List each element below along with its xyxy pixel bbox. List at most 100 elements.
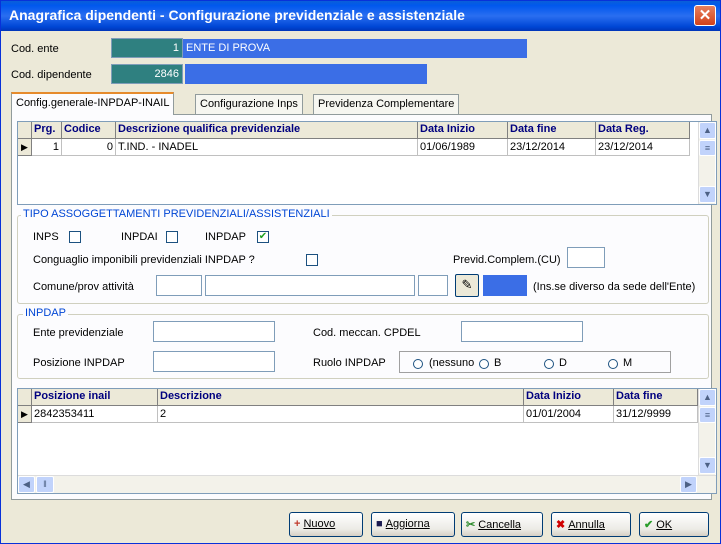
aggiorna-button[interactable]: ■ Aggiorna bbox=[371, 512, 455, 537]
ruolo-label-b: B bbox=[494, 357, 502, 369]
ruolo-radio-d[interactable] bbox=[544, 359, 554, 369]
comune-label: Comune/prov attività bbox=[33, 281, 134, 293]
dipendente-name-field bbox=[185, 64, 427, 84]
ok-button[interactable]: ✔ OK bbox=[639, 512, 709, 537]
picker-icon: ✎ bbox=[461, 277, 473, 292]
ente-previdenziale-label: Ente previdenziale bbox=[33, 327, 124, 339]
row-indicator[interactable]: ▶ bbox=[18, 139, 32, 156]
scroll-left-icon[interactable]: ◀ bbox=[18, 476, 35, 493]
col-header-descrizione[interactable]: Descrizione bbox=[158, 389, 524, 406]
inail-grid[interactable]: Posizione inail Descrizione Data Inizio … bbox=[17, 388, 717, 494]
table-cell[interactable]: T.IND. - INADEL bbox=[116, 139, 418, 156]
cod-ente-field[interactable]: 1 bbox=[111, 38, 183, 58]
provincia-field[interactable] bbox=[418, 275, 448, 296]
cod-meccan-label: Cod. meccan. CPDEL bbox=[313, 327, 421, 339]
scroll-up-icon[interactable]: ▲ bbox=[699, 122, 716, 139]
inpdap-label: INPDAP bbox=[205, 231, 246, 243]
vertical-scrollbar[interactable]: ▲ ≡ ▼ bbox=[698, 122, 716, 204]
conguaglio-checkbox[interactable] bbox=[306, 254, 318, 266]
close-icon: ✕ bbox=[698, 7, 712, 24]
cod-dipendente-field[interactable]: 2846 bbox=[111, 64, 183, 84]
table-cell[interactable]: 2 bbox=[158, 406, 524, 423]
scroll-down-icon[interactable]: ▼ bbox=[699, 186, 716, 203]
col-header-data-inizio[interactable]: Data Inizio bbox=[524, 389, 614, 406]
qualifica-grid[interactable]: Prg. Codice Descrizione qualifica previd… bbox=[17, 121, 717, 205]
cod-dipendente-label: Cod. dipendente bbox=[11, 69, 92, 81]
picker-button[interactable]: ✎ bbox=[455, 274, 479, 297]
inpdap-group-title: INPDAP bbox=[23, 307, 68, 319]
grid-corner bbox=[18, 122, 32, 139]
ruolo-radio-nessuno[interactable] bbox=[413, 359, 423, 369]
row-pointer-icon: ▶ bbox=[21, 409, 28, 419]
table-cell[interactable]: 2842353411 bbox=[32, 406, 158, 423]
cancella-label: Cancella bbox=[478, 519, 522, 531]
ruolo-radio-b[interactable] bbox=[479, 359, 489, 369]
table-cell[interactable]: 01/06/1989 bbox=[418, 139, 508, 156]
vertical-scrollbar[interactable]: ▲ ≡ ▼ bbox=[698, 389, 716, 475]
inps-checkbox[interactable] bbox=[69, 231, 81, 243]
scroll-thumb[interactable]: ≡ bbox=[699, 407, 716, 423]
cod-ente-label: Cod. ente bbox=[11, 43, 59, 55]
table-cell[interactable]: 0 bbox=[62, 139, 116, 156]
horizontal-scrollbar[interactable]: ◀ ‖ ▶ bbox=[18, 475, 716, 493]
posizione-inpdap-label: Posizione INPDAP bbox=[33, 357, 125, 369]
tab-configurazione-inps[interactable]: Configurazione Inps bbox=[195, 94, 303, 114]
cancella-button[interactable]: ✂ Cancella bbox=[461, 512, 543, 537]
table-cell[interactable]: 01/01/2004 bbox=[524, 406, 614, 423]
ruolo-label-d: D bbox=[559, 357, 567, 369]
col-header-codice[interactable]: Codice bbox=[62, 122, 116, 139]
col-header-posizione-inail[interactable]: Posizione inail bbox=[32, 389, 158, 406]
nuovo-button[interactable]: + Nuovo bbox=[289, 512, 363, 537]
col-header-data-fine[interactable]: Data fine bbox=[614, 389, 698, 406]
inpdap-checkbox[interactable]: ✔ bbox=[257, 231, 269, 243]
posizione-inpdap-field[interactable] bbox=[153, 351, 275, 372]
conguaglio-label: Conguaglio imponibili previdenziali INPD… bbox=[33, 254, 255, 266]
hscroll-thumb[interactable]: ‖ bbox=[36, 476, 54, 493]
previd-complem-field[interactable] bbox=[567, 247, 605, 268]
tipo-group-title: TIPO ASSOGGETTAMENTI PREVIDENZIALI/ASSIS… bbox=[21, 208, 332, 220]
checkmark-icon: ✔ bbox=[258, 231, 268, 242]
annulla-button[interactable]: ✖ Annulla bbox=[551, 512, 631, 537]
title-bar: Anagrafica dipendenti - Configurazione p… bbox=[1, 1, 720, 31]
window-title: Anagrafica dipendenti - Configurazione p… bbox=[9, 7, 465, 23]
ente-name-field: ENTE DI PROVA bbox=[183, 39, 527, 58]
ruolo-inpdap-label: Ruolo INPDAP bbox=[313, 357, 386, 369]
ruolo-radio-m[interactable] bbox=[608, 359, 618, 369]
row-pointer-icon: ▶ bbox=[21, 142, 28, 152]
inpdai-label: INPDAI bbox=[121, 231, 158, 243]
main-window: Anagrafica dipendenti - Configurazione p… bbox=[0, 0, 721, 544]
col-header-data-reg[interactable]: Data Reg. bbox=[596, 122, 690, 139]
close-button[interactable]: ✕ bbox=[694, 5, 716, 26]
comune-name-field[interactable] bbox=[205, 275, 415, 296]
scroll-right-icon[interactable]: ▶ bbox=[680, 476, 697, 493]
scroll-up-icon[interactable]: ▲ bbox=[699, 389, 716, 406]
ok-label: OK bbox=[656, 519, 673, 531]
scroll-thumb[interactable]: ≡ bbox=[699, 140, 716, 156]
table-cell[interactable]: 23/12/2014 bbox=[508, 139, 596, 156]
delete-icon: ✂ bbox=[466, 519, 476, 531]
col-header-data-fine[interactable]: Data fine bbox=[508, 122, 596, 139]
ente-previdenziale-field[interactable] bbox=[153, 321, 275, 342]
ruolo-label-nessuno: (nessuno bbox=[429, 357, 475, 369]
inpdai-checkbox[interactable] bbox=[166, 231, 178, 243]
table-cell[interactable]: 31/12/9999 bbox=[614, 406, 698, 423]
col-header-data-inizio[interactable]: Data Inizio bbox=[418, 122, 508, 139]
aggiorna-label: Aggiorna bbox=[385, 518, 430, 530]
comune-code-field[interactable] bbox=[156, 275, 202, 296]
tab-previdenza-complementare[interactable]: Previdenza Complementare bbox=[313, 94, 460, 114]
col-header-prg[interactable]: Prg. bbox=[32, 122, 62, 139]
comune-color-field bbox=[483, 275, 527, 296]
ok-icon: ✔ bbox=[644, 519, 654, 531]
tab-config-generale[interactable]: Config.generale-INPDAP-INAIL bbox=[11, 92, 175, 115]
cod-meccan-field[interactable] bbox=[461, 321, 583, 342]
new-icon: + bbox=[294, 518, 301, 530]
annulla-label: Annulla bbox=[568, 519, 605, 531]
nuovo-label: Nuovo bbox=[303, 518, 336, 530]
previd-complem-label: Previd.Complem.(CU) bbox=[453, 254, 561, 266]
comune-note: (Ins.se diverso da sede dell'Ente) bbox=[533, 281, 696, 293]
scroll-down-icon[interactable]: ▼ bbox=[699, 457, 716, 474]
table-cell[interactable]: 1 bbox=[32, 139, 62, 156]
table-cell[interactable]: 23/12/2014 bbox=[596, 139, 690, 156]
col-header-descrizione[interactable]: Descrizione qualifica previdenziale bbox=[116, 122, 418, 139]
row-indicator[interactable]: ▶ bbox=[18, 406, 32, 423]
